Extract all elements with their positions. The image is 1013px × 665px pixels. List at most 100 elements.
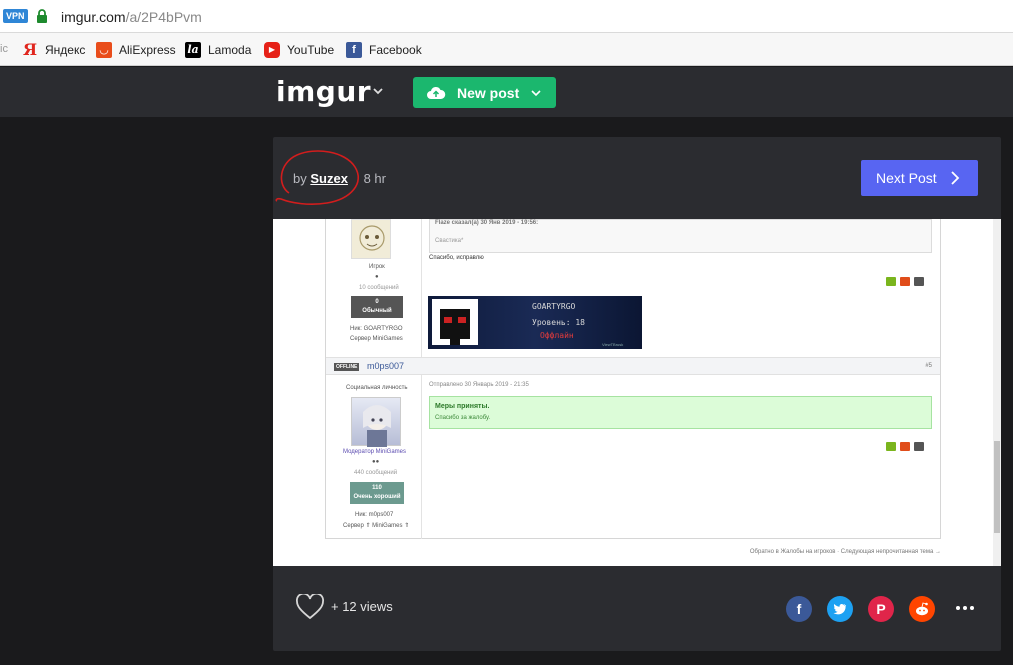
forum-post-header: OFFLINE m0ps007 #5 — [326, 357, 940, 375]
imgur-logo[interactable]: imgur — [276, 75, 371, 108]
post-time: 8 hr — [363, 171, 386, 186]
bookmark-overflow: ic — [0, 43, 8, 55]
userbar-banner: GOARTYRGO Уровень: 18 Оффлайн ViewTBrusk — [428, 296, 642, 349]
forum-screenshot: Игрок ● 10 сообщений 0 Обычный Ник: GOAR… — [325, 219, 941, 539]
banner-name: GOARTYRGO — [532, 302, 576, 311]
scrollbar-thumb[interactable] — [994, 441, 1000, 533]
forum-nick: Ник: GOARTYRGO — [350, 326, 403, 332]
bookmark-youtube[interactable]: ▶ YouTube — [264, 41, 334, 58]
rep-label: Обычный — [362, 308, 392, 314]
cloud-upload-icon — [427, 86, 446, 99]
bookmark-aliexpress[interactable]: ◡ AliExpress — [96, 41, 176, 58]
forum-divider — [421, 219, 422, 539]
forum-avatar — [351, 219, 391, 259]
forum-post-count: 10 сообщений — [359, 285, 399, 291]
post-footer: + 12 views f P — [273, 566, 1001, 651]
quote-body: Свастика* — [435, 238, 464, 244]
bookmark-yandex[interactable]: Я Яндекс — [22, 40, 86, 59]
vote-down-icon[interactable] — [900, 277, 910, 286]
ghost-icon — [432, 299, 478, 345]
url-host: imgur.com — [61, 9, 126, 25]
facebook-share-icon[interactable]: f — [786, 596, 812, 622]
author-link[interactable]: Suzex — [310, 171, 348, 186]
bookmark-label: AliExpress — [119, 42, 176, 57]
forum-post-count: 440 сообщений — [354, 470, 398, 476]
forum-footer-links: Обратно в Жалобы на игроков · Следующая … — [749, 549, 941, 555]
vote-down-icon[interactable] — [900, 442, 910, 451]
new-post-button[interactable]: New post — [413, 77, 556, 108]
url-path: /a/2P4bPvm — [125, 9, 202, 25]
vote-up-icon[interactable] — [886, 442, 896, 451]
post-number[interactable]: #5 — [925, 363, 932, 369]
aliexpress-icon: ◡ — [96, 41, 112, 58]
vpn-badge[interactable]: VPN — [3, 9, 28, 23]
forum-user-title: Социальная личность — [346, 385, 408, 391]
rep-value: 0 — [375, 299, 379, 305]
success-body: Спасибо за жалобу. — [435, 415, 491, 421]
banner-status: Оффлайн — [540, 331, 574, 340]
youtube-icon: ▶ — [264, 41, 280, 58]
offline-badge: OFFLINE — [334, 363, 360, 371]
chevron-down-icon — [531, 89, 541, 96]
banner-tag: ViewTBrusk — [602, 342, 624, 347]
forum-rep-box: 0 Обычный — [351, 296, 403, 318]
next-post-label: Next Post — [876, 170, 937, 186]
facebook-icon: f — [346, 41, 362, 58]
forum-dot: ● — [375, 274, 379, 280]
lock-icon — [37, 9, 47, 23]
anime-avatar-icon — [363, 405, 391, 447]
banner-level: Уровень: 18 — [532, 318, 585, 327]
vote-buttons[interactable] — [886, 442, 924, 451]
vote-count — [914, 442, 924, 451]
chevron-right-icon — [951, 171, 959, 185]
url-field[interactable]: imgur.com/a/2P4bPvm — [61, 9, 202, 25]
next-post-button[interactable]: Next Post — [861, 160, 978, 196]
yandex-icon: Я — [22, 40, 38, 59]
success-title: Меры приняты. — [435, 403, 490, 410]
address-bar[interactable]: VPN imgur.com/a/2P4bPvm — [0, 0, 1013, 33]
forum-avatar — [351, 397, 401, 447]
post-meta: by Suzex 8 hr — [293, 171, 386, 186]
forum-reply: Спасибо, исправлю — [429, 255, 484, 261]
image-scrollbar[interactable] — [993, 219, 1001, 566]
forum-dots: ●● — [372, 459, 380, 465]
lamoda-icon: la — [185, 41, 201, 58]
bookmark-label: Яндекс — [45, 42, 86, 57]
site-header: imgur New post — [0, 67, 1013, 117]
view-count: + 12 views — [331, 599, 393, 614]
reddit-alien-icon — [916, 602, 928, 616]
new-post-label: New post — [457, 84, 520, 101]
more-options-icon[interactable] — [956, 606, 974, 610]
reddit-share-icon[interactable] — [909, 596, 935, 622]
rep-value: 110 — [372, 485, 382, 491]
bookmark-label: YouTube — [287, 42, 335, 57]
forum-sent-time: Отправлено 30 Январь 2019 - 21:35 — [429, 382, 529, 388]
quote-head: Flaze сказал(а) 30 Янв 2019 - 19:56: — [435, 220, 539, 226]
forum-role: Модератор MiniGames — [343, 449, 407, 455]
post-image[interactable]: Игрок ● 10 сообщений 0 Обычный Ник: GOAR… — [273, 219, 1001, 566]
forum-rep-box: 110 Очень хороший — [350, 482, 404, 504]
vote-count — [914, 277, 924, 286]
forum-server: Сервер MiniGames — [350, 336, 403, 342]
sketch-face-icon — [359, 225, 385, 251]
forum-server: Сервер ⇑ MiniGames ⇑ — [343, 523, 410, 529]
forum-role: Игрок — [369, 264, 385, 270]
forum-nick: Ник: m0ps007 — [355, 512, 394, 518]
rep-label: Очень хороший — [353, 494, 401, 500]
vote-buttons[interactable] — [886, 277, 924, 286]
bookmark-facebook[interactable]: f Facebook — [346, 41, 422, 58]
twitter-bird-icon — [833, 604, 847, 615]
by-label: by — [293, 171, 307, 186]
bookmark-lamoda[interactable]: la Lamoda — [185, 41, 251, 58]
bookmark-label: Lamoda — [208, 42, 252, 57]
bookmark-label: Facebook — [369, 42, 422, 57]
pinterest-share-icon[interactable]: P — [868, 596, 894, 622]
forum-quote: Flaze сказал(а) 30 Янв 2019 - 19:56: Сва… — [429, 219, 932, 253]
vote-up-icon[interactable] — [886, 277, 896, 286]
twitter-share-icon[interactable] — [827, 596, 853, 622]
forum-username[interactable]: m0ps007 — [367, 361, 404, 371]
heart-icon[interactable] — [296, 594, 324, 620]
chevron-down-icon[interactable] — [371, 84, 385, 98]
post-card: by Suzex 8 hr Next Post Игрок ● 10 сообщ… — [273, 137, 1001, 651]
bookmarks-bar: ic Я Яндекс ◡ AliExpress la Lamoda ▶ You… — [0, 33, 1013, 66]
